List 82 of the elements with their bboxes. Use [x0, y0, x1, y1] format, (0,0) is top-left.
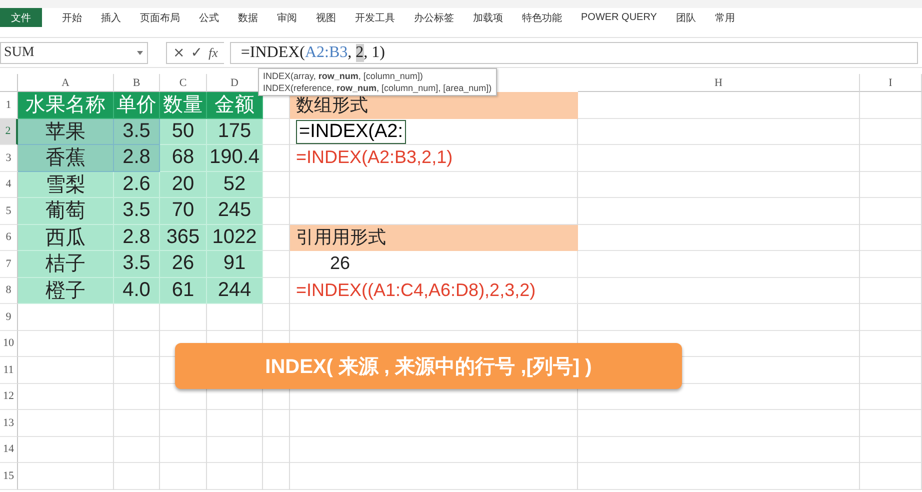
syntax-banner: INDEX( 来源 , 来源中的行号 ,[列号] )	[175, 343, 682, 389]
section-heading: 数组形式	[290, 92, 578, 118]
row-header[interactable]: 2	[0, 118, 18, 145]
row-header[interactable]: 5	[0, 198, 18, 224]
enter-button[interactable]: ✓	[190, 44, 202, 60]
column-header[interactable]: C	[160, 74, 207, 92]
ribbon-tab[interactable]: 插入	[101, 10, 121, 24]
row-header[interactable]: 9	[0, 304, 18, 330]
column-header[interactable]: I	[860, 74, 922, 92]
table-cell: 245	[207, 198, 263, 224]
ribbon-tab[interactable]: 团队	[676, 10, 696, 24]
formula-field[interactable]: =INDEX(A2:B3, 2, 1)	[230, 42, 918, 64]
row-header[interactable]: 1	[0, 92, 18, 118]
formula-text: =INDEX(A2:B3,2,1)	[290, 145, 578, 172]
formula-text: =INDEX((A1:C4,A6:D8),2,3,2)	[290, 278, 578, 304]
table-cell: 2.8	[114, 145, 160, 172]
row-header[interactable]: 3	[0, 145, 18, 172]
table-cell: 26	[160, 251, 207, 278]
table-cell: 61	[160, 278, 207, 304]
row-header[interactable]: 15	[0, 463, 18, 490]
ribbon-tab[interactable]: 页面布局	[140, 10, 180, 24]
ribbon-tab[interactable]: 加载项	[473, 10, 503, 24]
column-header[interactable]: A	[18, 74, 114, 92]
table-cell: 190.4	[207, 145, 263, 172]
table-cell: 175	[207, 118, 263, 145]
row-header[interactable]: 11	[0, 357, 18, 384]
ribbon-tab[interactable]: 开发工具	[355, 10, 395, 24]
table-cell: 香蕉	[18, 145, 114, 172]
table-cell: 26	[290, 251, 578, 278]
table-cell: 4.0	[114, 278, 160, 304]
column-header[interactable]: H	[578, 74, 860, 92]
table-cell: 244	[207, 278, 263, 304]
caret-icon[interactable]	[136, 50, 144, 56]
table-cell: 3.5	[114, 251, 160, 278]
name-box[interactable]: SUM	[0, 42, 148, 64]
tooltip-line: INDEX(array, row_num, [column_num])	[263, 70, 424, 82]
column-header[interactable]: B	[114, 74, 160, 92]
table-cell: 52	[207, 172, 263, 198]
ribbon-tab[interactable]: 开始	[62, 10, 82, 24]
cancel-button[interactable]: ×	[173, 44, 185, 60]
ribbon-tab[interactable]: 特色功能	[522, 10, 562, 24]
table-cell: 70	[160, 198, 207, 224]
table-cell: 苹果	[18, 118, 114, 145]
column-heading: 金额	[207, 92, 263, 118]
table-cell: 2.6	[114, 172, 160, 198]
table-cell: 2.8	[114, 224, 160, 251]
ribbon-tab[interactable]: 视图	[316, 10, 336, 24]
row-header[interactable]: 4	[0, 172, 18, 198]
table-cell: 3.5	[114, 118, 160, 145]
row-header[interactable]: 8	[0, 278, 18, 304]
table-cell: 葡萄	[18, 198, 114, 224]
table-cell: 桔子	[18, 251, 114, 278]
table-cell: 雪梨	[18, 172, 114, 198]
ribbon-tab[interactable]: 公式	[199, 10, 219, 24]
row-header[interactable]: 12	[0, 384, 18, 410]
row-header[interactable]: 13	[0, 410, 18, 436]
column-heading: 单价	[114, 92, 160, 118]
ribbon-tab[interactable]: 数据	[238, 10, 258, 24]
column-heading: 数量	[160, 92, 207, 118]
row-header[interactable]: 10	[0, 330, 18, 357]
ribbon-tab[interactable]: 办公标签	[414, 10, 454, 24]
table-cell: 50	[160, 118, 207, 145]
insert-function-button[interactable]: fx	[208, 44, 218, 60]
file-tab[interactable]: 文件	[0, 8, 42, 27]
table-cell: 1022	[207, 224, 263, 251]
ribbon-tab[interactable]: 常用	[714, 10, 735, 24]
table-cell: 3.5	[114, 198, 160, 224]
table-cell: 20	[160, 172, 207, 198]
row-header[interactable]: 6	[0, 224, 18, 251]
row-header[interactable]: 14	[0, 436, 18, 463]
table-cell: 西瓜	[18, 224, 114, 251]
active-cell[interactable]: =INDEX(A2:	[296, 120, 406, 144]
column-heading: 水果名称	[18, 92, 114, 118]
table-cell: 365	[160, 224, 207, 251]
table-cell: 68	[160, 145, 207, 172]
ribbon-tab[interactable]: 审阅	[277, 10, 297, 24]
row-header[interactable]: 7	[0, 251, 18, 278]
ribbon-tab[interactable]: POWER QUERY	[581, 12, 657, 23]
table-cell: 91	[207, 251, 263, 278]
table-cell: 橙子	[18, 278, 114, 304]
section-heading: 引用用形式	[290, 224, 578, 251]
tooltip-line: INDEX(reference, row_num, [column_num], [area_num])	[263, 82, 492, 94]
